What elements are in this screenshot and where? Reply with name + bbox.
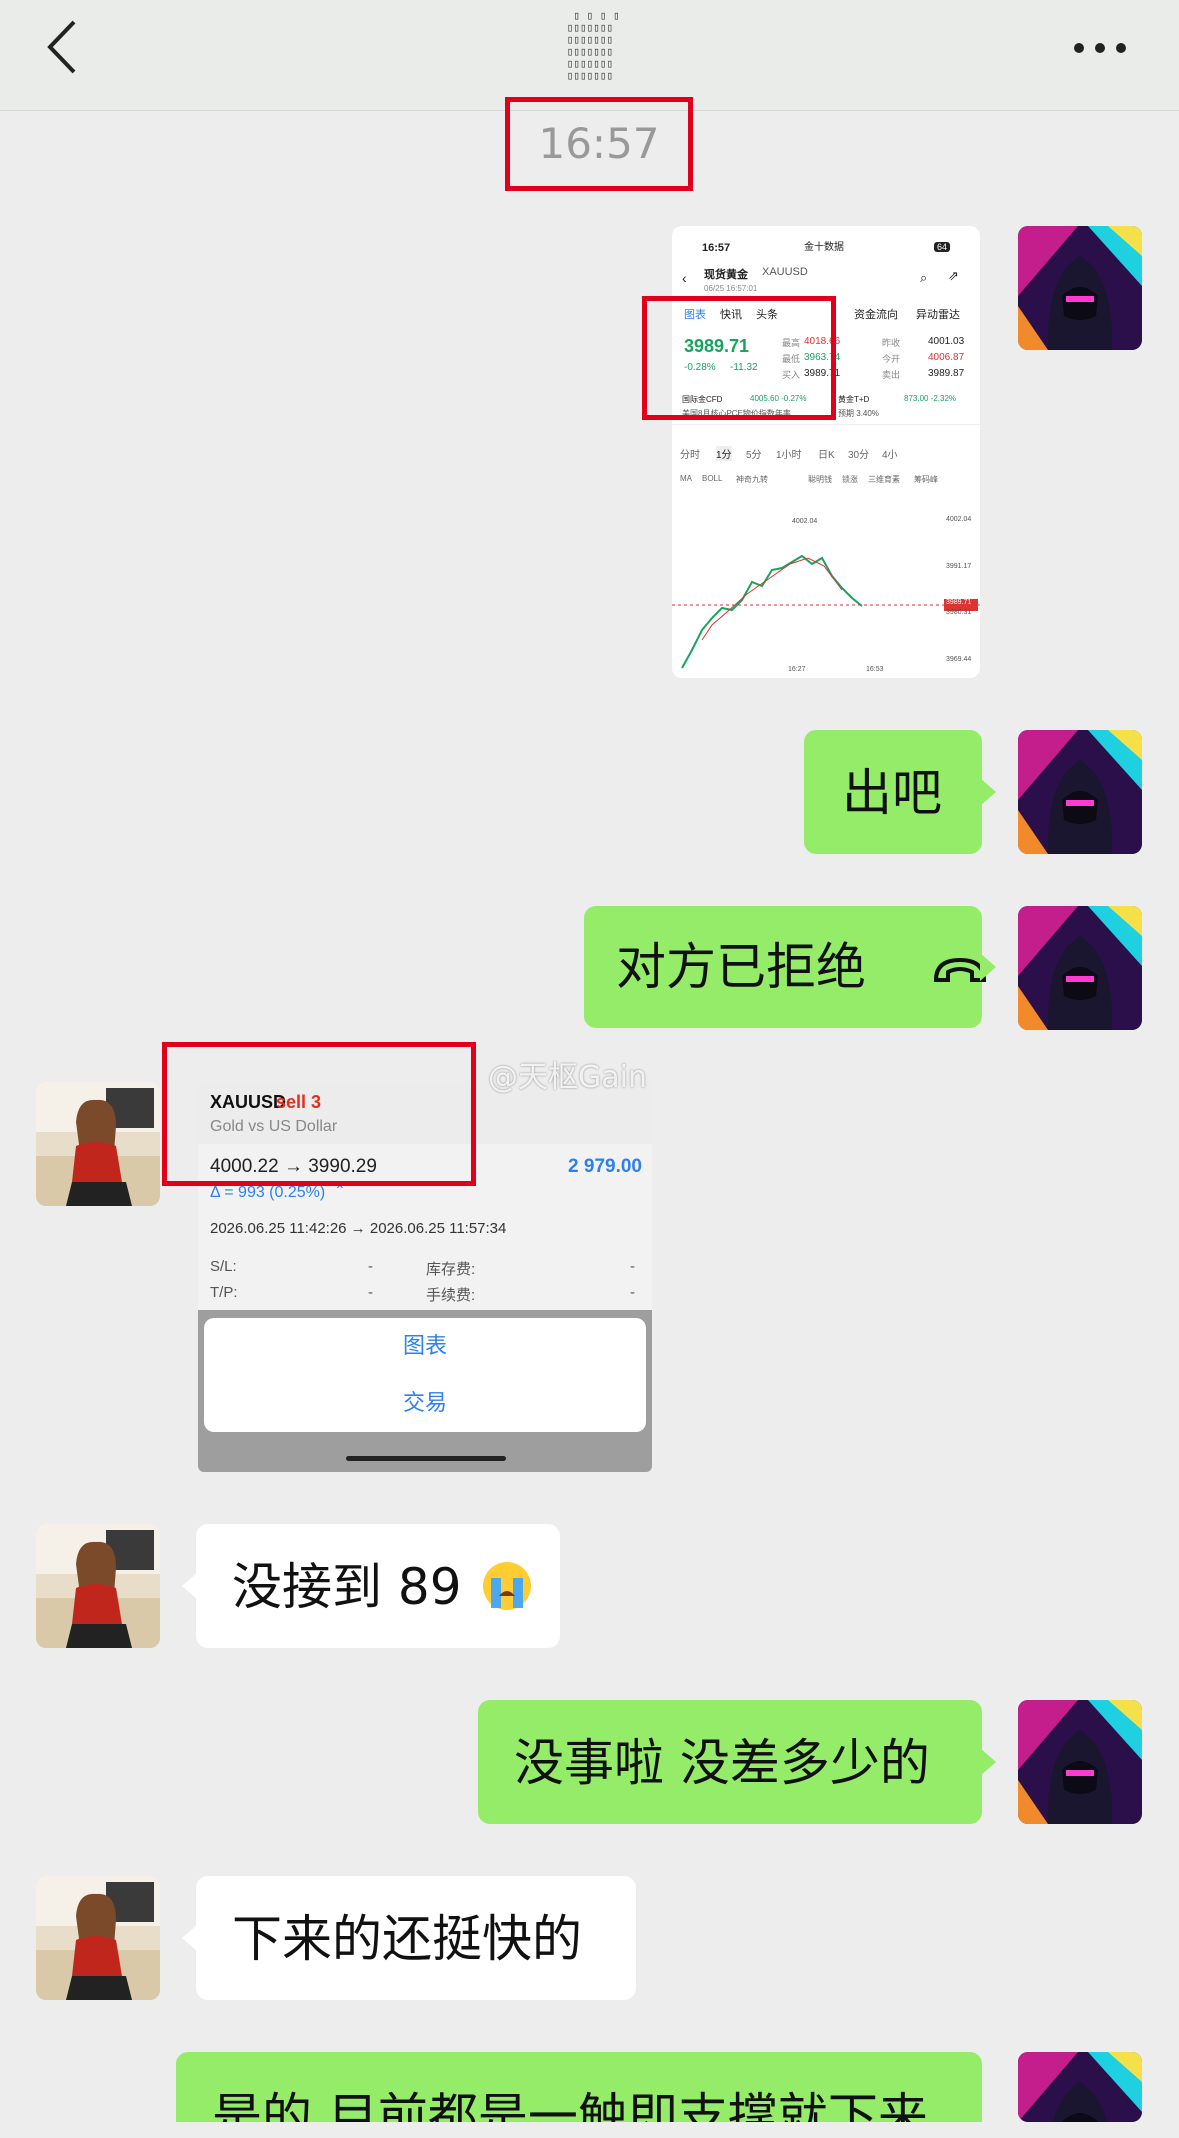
contact-avatar[interactable]: [36, 1524, 160, 1648]
message-bubble-sent[interactable]: 没事啦 没差多少的: [478, 1700, 996, 1824]
y-axis-label: 4002.04: [946, 516, 972, 523]
share-icon: ⇗: [948, 268, 959, 283]
sl-label: S/L:: [210, 1258, 237, 1275]
trade-delta: Δ = 993 (0.25%): [210, 1184, 326, 1201]
status-time: 16:57: [702, 242, 731, 254]
sell-label: 卖出: [882, 370, 901, 380]
indicator-ma: MA: [680, 474, 692, 483]
open-value: 4006.87: [928, 352, 965, 363]
tp-label: T/P:: [210, 1284, 238, 1301]
sl-value: -: [368, 1258, 373, 1275]
open-label: 今开: [882, 354, 901, 364]
nav-back-icon: ‹: [682, 270, 687, 286]
period-daily: 日K: [818, 450, 835, 461]
tp-value: -: [368, 1284, 373, 1301]
message-text: 出吧: [842, 764, 942, 822]
message-bubble-sent[interactable]: 出吧: [804, 730, 996, 854]
message-text: 对方已拒绝: [616, 938, 866, 996]
trade-profit: 2 979.00: [568, 1156, 642, 1177]
search-icon: ⌕: [920, 270, 928, 285]
crying-emoji-icon: [483, 1561, 532, 1610]
highlight-box-price: [642, 296, 836, 420]
y-axis-label: 3991.17: [946, 563, 972, 570]
message-text: 没事啦 没差多少的: [514, 1734, 930, 1792]
home-indicator: [346, 1456, 506, 1461]
price-tag: 3989.71: [946, 599, 972, 606]
instrument-datetime: 06/25 16:57:01: [704, 284, 758, 293]
call-rejected-bubble[interactable]: 对方已拒绝: [584, 906, 996, 1028]
y-axis-label: 3980.31: [946, 609, 972, 616]
contact-avatar[interactable]: [36, 1876, 160, 2000]
message-bubble-received[interactable]: 下来的还挺快的: [182, 1876, 636, 2000]
contact-avatar[interactable]: [36, 1082, 160, 1206]
message-timestamp: 16:57: [505, 97, 693, 191]
indicator-chip: 筹码峰: [914, 475, 938, 484]
y-axis-label: 3969.44: [946, 656, 972, 663]
bottom-fade: [0, 2122, 1179, 2138]
td-value: 873.00 -2.32%: [904, 394, 957, 403]
chat-header: ▯ ▯ ▯ ▯ ▯▯▯▯▯▯▯ ▯▯▯▯▯▯▯ ▯▯▯▯▯▯▯ ▯▯▯▯▯▯▯ …: [0, 0, 1179, 111]
my-avatar[interactable]: [1018, 226, 1142, 350]
tab-movement-radar: 异动雷达: [916, 309, 960, 321]
prev-close-value: 4001.03: [928, 336, 965, 347]
instrument-symbol: XAUUSD: [762, 266, 808, 278]
x-axis-label: 16:27: [788, 666, 806, 673]
message-text: 是的 目前都是一触即支撑就下来: [212, 2088, 928, 2122]
message-text: 没接到 89: [232, 1558, 462, 1616]
my-avatar[interactable]: [1018, 1700, 1142, 1824]
action-trade-button[interactable]: 交易: [204, 1374, 646, 1432]
storage-value: -: [630, 1258, 635, 1275]
back-arrow-icon[interactable]: [44, 18, 84, 76]
candlestick-chart: [672, 554, 980, 669]
td-label: 黄金T+D: [838, 395, 870, 404]
fee-value: -: [630, 1284, 635, 1301]
action-sheet: 图表 交易: [204, 1318, 646, 1432]
tab-capital-flow: 资金流向: [854, 309, 898, 321]
my-avatar[interactable]: [1018, 730, 1142, 854]
shared-screenshot-image[interactable]: 16:57 金十数据 64 ‹ 现货黄金 XAUUSD 06/25 16:57:…: [672, 226, 980, 678]
chart-peak-label: 4002.04: [792, 518, 818, 525]
message-text: 下来的还挺快的: [232, 1910, 582, 1968]
period-1h: 1小时: [776, 450, 802, 461]
period-tick: 分时: [680, 450, 700, 461]
period-30m: 30分: [848, 450, 870, 461]
message-bubble-sent[interactable]: 是的 目前都是一触即支撑就下来: [176, 2052, 982, 2122]
indicator-3d: 三维育素: [868, 475, 900, 484]
prev-close-label: 昨收: [882, 338, 901, 348]
indicator-smart: 聪明钱: [808, 475, 832, 484]
hang-up-icon: [933, 957, 986, 982]
indicator-lock: 锁涨: [842, 475, 858, 484]
message-bubble-received[interactable]: 没接到 89: [182, 1524, 560, 1648]
watermark-text: @天枢Gain: [488, 1060, 647, 1095]
indicator-nine: 神奇九转: [736, 475, 768, 484]
action-chart-button[interactable]: 图表: [204, 1318, 646, 1374]
period-5m: 5分: [746, 450, 762, 461]
status-app-name: 金十数据: [804, 242, 844, 253]
indicator-boll: BOLL: [702, 474, 723, 483]
battery-level: 64: [934, 242, 951, 252]
period-4h: 4小: [882, 450, 898, 461]
instrument-title: 现货黄金: [704, 269, 748, 281]
trade-times: 2026.06.25 11:42:26 → 2026.06.25 11:57:3…: [210, 1220, 507, 1237]
highlight-box-trade: [162, 1042, 476, 1186]
my-avatar[interactable]: [1018, 2052, 1142, 2122]
my-avatar[interactable]: [1018, 906, 1142, 1030]
more-options-icon[interactable]: [1071, 28, 1129, 68]
x-axis-label: 16:53: [866, 666, 884, 673]
sell-value: 3989.87: [928, 368, 965, 379]
fee-label: 手续费:: [426, 1287, 476, 1304]
period-1m: 1分: [716, 446, 732, 461]
storage-label: 库存费:: [426, 1261, 476, 1278]
news-value: 预期 3.40%: [838, 409, 879, 418]
contact-name-obscured: ▯ ▯ ▯ ▯ ▯▯▯▯▯▯▯ ▯▯▯▯▯▯▯ ▯▯▯▯▯▯▯ ▯▯▯▯▯▯▯ …: [566, 10, 620, 82]
